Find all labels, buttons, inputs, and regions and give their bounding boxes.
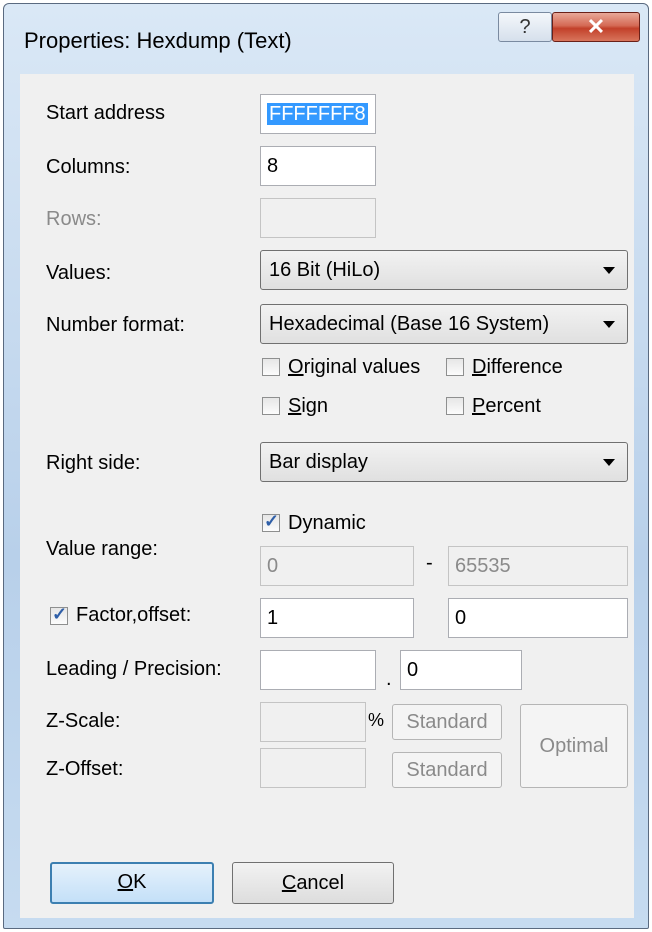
rows-input: [260, 198, 376, 238]
help-button[interactable]: ?: [498, 12, 552, 42]
leading-input[interactable]: [260, 650, 376, 690]
dialog-body: Start address FFFFFFF8 Columns: 8 Rows: …: [20, 74, 634, 918]
window-title: Properties: Hexdump (Text): [24, 28, 292, 53]
cancel-button[interactable]: Cancel: [232, 862, 394, 904]
sign-label[interactable]: Sign: [288, 395, 328, 418]
start-address-input[interactable]: FFFFFFF8: [260, 94, 376, 134]
start-address-value: FFFFFFF8: [267, 103, 368, 125]
properties-dialog: Properties: Hexdump (Text) ? ✕ Start add…: [3, 3, 649, 929]
factor-offset-label[interactable]: Factor,offset:: [76, 604, 191, 627]
number-format-dropdown[interactable]: Hexadecimal (Base 16 System): [260, 304, 628, 344]
values-label: Values:: [46, 262, 112, 284]
number-format-selected: Hexadecimal (Base 16 System): [269, 313, 550, 335]
value-range-separator: -: [426, 552, 433, 574]
value-range-label: Value range:: [46, 538, 158, 560]
original-values-label[interactable]: Original values: [288, 356, 420, 379]
chevron-down-icon: [603, 321, 615, 328]
z-offset-standard-button[interactable]: Standard: [392, 752, 502, 788]
z-offset-label: Z-Offset:: [46, 758, 124, 780]
percent-label[interactable]: Percent: [472, 395, 541, 418]
chevron-down-icon: [603, 267, 615, 274]
sign-checkbox[interactable]: [262, 397, 280, 415]
chevron-down-icon: [603, 459, 615, 466]
close-button[interactable]: ✕: [552, 12, 640, 42]
leading-precision-separator: .: [386, 668, 392, 690]
right-side-dropdown[interactable]: Bar display: [260, 442, 628, 482]
difference-label[interactable]: Difference: [472, 356, 563, 379]
z-offset-input: [260, 748, 366, 788]
optimal-button[interactable]: Optimal: [520, 704, 628, 788]
number-format-label: Number format:: [46, 314, 185, 336]
precision-input[interactable]: 0: [400, 650, 522, 690]
title-bar: Properties: Hexdump (Text) ? ✕: [4, 4, 648, 78]
dynamic-label[interactable]: Dynamic: [288, 512, 366, 535]
factor-input[interactable]: 1: [260, 598, 414, 638]
leading-precision-label: Leading / Precision:: [46, 658, 222, 680]
ok-button[interactable]: OK: [50, 862, 214, 904]
dynamic-checkbox[interactable]: [262, 511, 280, 532]
offset-input[interactable]: 0: [448, 598, 628, 638]
value-range-min-input: 0: [260, 546, 414, 586]
start-address-label: Start address: [46, 102, 165, 124]
right-side-selected: Bar display: [269, 451, 368, 473]
percent-checkbox[interactable]: [446, 397, 464, 415]
z-scale-standard-button[interactable]: Standard: [392, 704, 502, 740]
values-selected: 16 Bit (HiLo): [269, 259, 381, 281]
factor-offset-checkbox[interactable]: [50, 604, 68, 625]
values-dropdown[interactable]: 16 Bit (HiLo): [260, 250, 628, 290]
close-icon: ✕: [586, 14, 606, 39]
z-scale-percent: %: [368, 710, 385, 730]
rows-label: Rows:: [46, 208, 102, 230]
columns-label: Columns:: [46, 156, 131, 178]
z-scale-label: Z-Scale:: [46, 710, 121, 732]
value-range-max-input: 65535: [448, 546, 628, 586]
z-scale-input: [260, 702, 366, 742]
difference-checkbox[interactable]: [446, 358, 464, 376]
right-side-label: Right side:: [46, 452, 141, 474]
question-mark-icon: ?: [519, 16, 531, 38]
columns-input[interactable]: 8: [260, 146, 376, 186]
original-values-checkbox[interactable]: [262, 358, 280, 376]
